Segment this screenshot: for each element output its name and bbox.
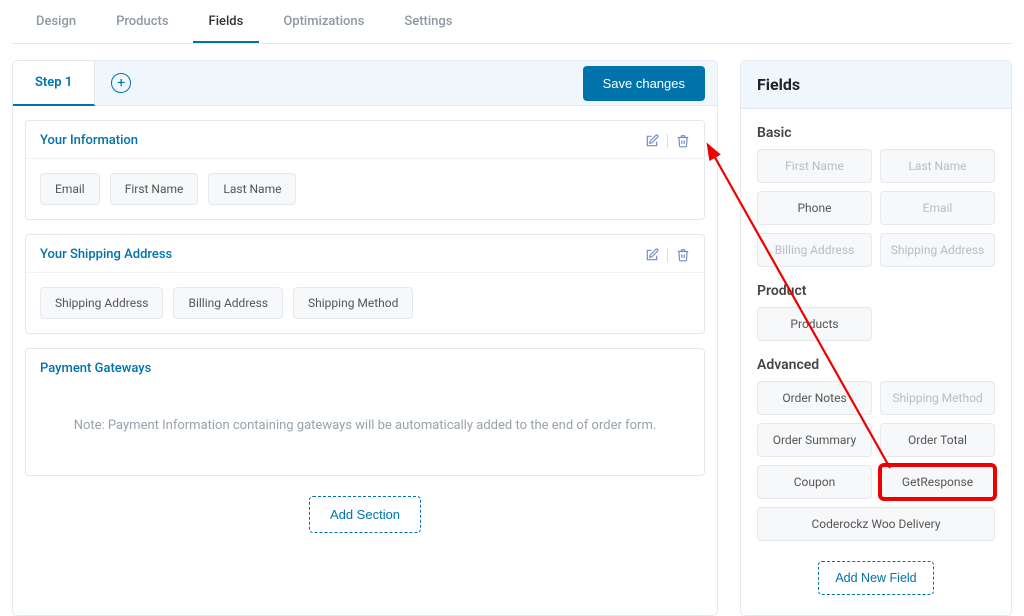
pill-billing-address[interactable]: Billing Address <box>757 233 872 267</box>
pill-order-notes[interactable]: Order Notes <box>757 381 872 415</box>
pill-first-name[interactable]: First Name <box>757 149 872 183</box>
pill-order-total[interactable]: Order Total <box>880 423 995 457</box>
form-builder-panel: Step 1 + Save changes Your Information <box>12 60 718 616</box>
section-your-information: Your Information Email First Name L <box>25 120 705 220</box>
section-title: Your Information <box>40 133 138 148</box>
separator <box>667 248 668 262</box>
section-title: Your Shipping Address <box>40 247 172 262</box>
field-email[interactable]: Email <box>40 173 100 205</box>
plus-icon: + <box>117 76 125 90</box>
pill-order-summary[interactable]: Order Summary <box>757 423 872 457</box>
tab-products[interactable]: Products <box>100 0 184 43</box>
top-tabs: Design Products Fields Optimizations Set… <box>12 0 1012 44</box>
tab-settings[interactable]: Settings <box>388 0 468 43</box>
fields-panel-title: Fields <box>741 61 1011 109</box>
fields-panel: Fields Basic First Name Last Name Phone … <box>740 60 1012 616</box>
field-billing-address[interactable]: Billing Address <box>173 287 283 319</box>
payment-note: Note: Payment Information containing gat… <box>26 386 704 475</box>
category-basic: Basic <box>741 109 1011 149</box>
category-advanced: Advanced <box>741 341 1011 381</box>
section-shipping-address: Your Shipping Address Shipping Address B… <box>25 234 705 334</box>
pill-email[interactable]: Email <box>880 191 995 225</box>
add-step-button[interactable]: + <box>111 73 131 93</box>
category-product: Product <box>741 267 1011 307</box>
pill-products[interactable]: Products <box>757 307 872 341</box>
edit-icon[interactable] <box>645 248 659 262</box>
add-section-button[interactable]: Add Section <box>309 496 421 533</box>
save-button[interactable]: Save changes <box>583 66 705 101</box>
pill-phone[interactable]: Phone <box>757 191 872 225</box>
pill-getresponse[interactable]: GetResponse <box>880 465 995 499</box>
field-last-name[interactable]: Last Name <box>208 173 296 205</box>
field-shipping-address[interactable]: Shipping Address <box>40 287 163 319</box>
pill-coderockz-woo-delivery[interactable]: Coderockz Woo Delivery <box>757 507 995 541</box>
edit-icon[interactable] <box>645 134 659 148</box>
section-actions <box>645 248 690 262</box>
section-title: Payment Gateways <box>40 361 151 376</box>
field-first-name[interactable]: First Name <box>110 173 199 205</box>
field-shipping-method[interactable]: Shipping Method <box>293 287 413 319</box>
add-field-button[interactable]: Add New Field <box>818 561 933 595</box>
tab-design[interactable]: Design <box>20 0 92 43</box>
pill-shipping-method[interactable]: Shipping Method <box>880 381 995 415</box>
separator <box>667 134 668 148</box>
pill-last-name[interactable]: Last Name <box>880 149 995 183</box>
step-bar: Step 1 + Save changes <box>13 61 717 106</box>
section-actions <box>645 134 690 148</box>
tab-optimizations[interactable]: Optimizations <box>267 0 380 43</box>
steps-list: Step 1 + <box>13 61 131 105</box>
pill-shipping-address[interactable]: Shipping Address <box>880 233 995 267</box>
step-tab-1[interactable]: Step 1 <box>13 61 95 106</box>
trash-icon[interactable] <box>676 248 690 262</box>
trash-icon[interactable] <box>676 134 690 148</box>
pill-coupon[interactable]: Coupon <box>757 465 872 499</box>
tab-fields[interactable]: Fields <box>193 0 260 43</box>
section-payment-gateways: Payment Gateways Note: Payment Informati… <box>25 348 705 476</box>
